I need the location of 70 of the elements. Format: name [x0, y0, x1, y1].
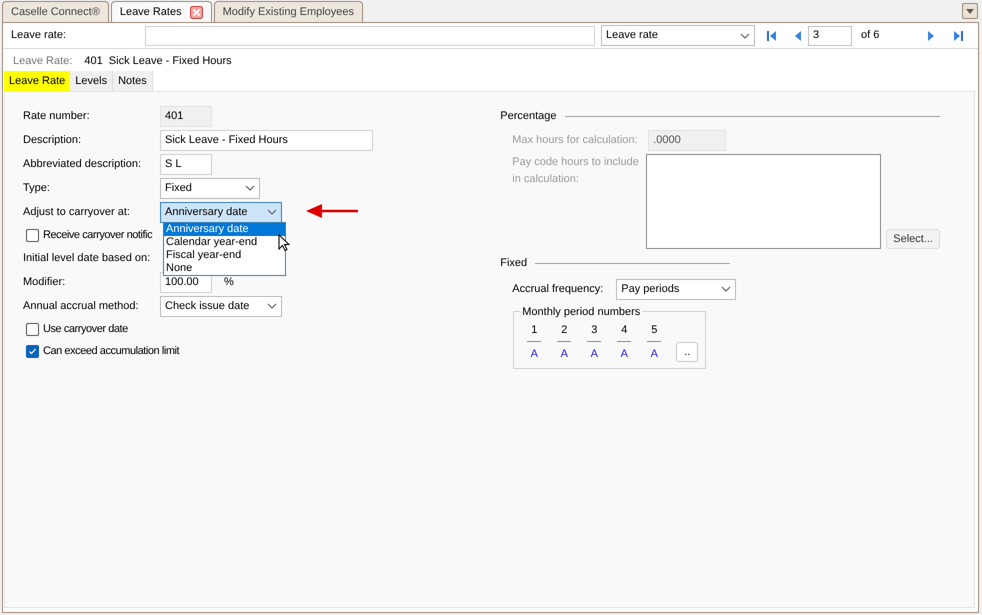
text-field[interactable]: Sick Leave - Fixed Hours: [160, 130, 373, 150]
pointer-cursor-icon: [278, 234, 290, 252]
period-value[interactable]: A: [590, 346, 598, 362]
header-value: 401 Sick Leave - Fixed Hours: [84, 54, 232, 69]
group-title: Monthly period numbers: [520, 304, 642, 320]
field-label: Type:: [23, 180, 51, 196]
period-number: 4: [617, 322, 632, 342]
tab[interactable]: Levels: [70, 71, 114, 91]
document-tab[interactable]: Caselle Connect®: [2, 1, 109, 22]
checkbox[interactable]: [26, 322, 39, 336]
period-number: 5: [647, 322, 662, 342]
period-number: 3: [587, 322, 602, 342]
dropdown[interactable]: Anniversary date: [160, 202, 282, 222]
tab[interactable]: Leave Rate: [4, 71, 70, 91]
select-button[interactable]: Select...: [886, 229, 940, 249]
field-label: Leave rate:: [11, 28, 68, 44]
period-number: 1: [527, 322, 542, 342]
period-value[interactable]: A: [530, 346, 538, 362]
checkbox-label: Use carryover date: [43, 322, 128, 337]
field-label: Modifier:: [23, 274, 66, 290]
field-label: Annual accrual method:: [23, 298, 140, 314]
checkbox-label: Receive carryover notific: [43, 228, 152, 243]
period-value[interactable]: A: [650, 346, 658, 362]
chevron-down-icon: [721, 286, 732, 292]
field-label: Adjust to carryover at:: [23, 204, 131, 220]
chevron-down-icon: [267, 303, 277, 309]
document-tab[interactable]: Leave Rates: [110, 1, 212, 22]
field-label: Accrual frequency:: [512, 282, 604, 297]
first-record-icon[interactable]: [765, 28, 779, 42]
section-title: Percentage: [500, 108, 557, 124]
last-record-icon[interactable]: [951, 28, 965, 42]
checkbox-label: Can exceed accumulation limit: [43, 344, 180, 359]
arrow-icon: [306, 203, 358, 219]
percent-sign: %: [224, 274, 234, 290]
section-title: Fixed: [500, 256, 528, 271]
document-tab[interactable]: Modify Existing Employees: [214, 1, 364, 22]
more-button[interactable]: ..: [676, 342, 698, 362]
text-field[interactable]: S L: [160, 154, 212, 174]
record-number-field[interactable]: 3: [808, 26, 852, 46]
field-label: Initial level date based on:: [23, 250, 152, 266]
header-label: Leave Rate:: [13, 54, 72, 69]
rate-number-field: 401: [160, 106, 212, 126]
period-value[interactable]: A: [560, 346, 568, 362]
dropdown[interactable]: Pay periods: [616, 278, 736, 300]
record-count: of 6: [861, 28, 880, 44]
field-label: Max hours for calculation:: [512, 132, 639, 148]
field-label: Pay code hours to include in calculation:: [512, 155, 640, 186]
check-icon: [28, 346, 37, 356]
dropdown-option[interactable]: Anniversary date: [164, 223, 285, 236]
dropdown-option[interactable]: Fiscal year-end: [164, 249, 285, 262]
caret-icon: [966, 8, 974, 14]
checkbox[interactable]: [26, 228, 39, 242]
field-label: Rate number:: [23, 108, 91, 124]
pay-code-list[interactable]: [646, 154, 882, 249]
dropdown[interactable]: Check issue date: [160, 296, 282, 316]
dropdown[interactable]: Leave rate: [601, 25, 755, 46]
period-number: 2: [557, 322, 572, 342]
tab[interactable]: Notes: [113, 71, 153, 91]
period-value[interactable]: A: [620, 346, 628, 362]
dropdown[interactable]: Fixed: [160, 178, 260, 198]
chevron-down-icon: [245, 185, 255, 191]
chevron-down-icon: [267, 209, 277, 215]
field-label: Description:: [23, 132, 82, 148]
checkbox[interactable]: [26, 344, 39, 358]
field-label: Abbreviated description:: [23, 156, 142, 172]
dropdown-list[interactable]: Anniversary date Calendar year-end Fiscal year-end None: [163, 222, 286, 276]
chevron-down-icon: [740, 32, 750, 38]
leave-rate-field[interactable]: [145, 26, 595, 46]
close-icon[interactable]: [190, 6, 203, 18]
tab-menu-button[interactable]: [962, 3, 978, 19]
